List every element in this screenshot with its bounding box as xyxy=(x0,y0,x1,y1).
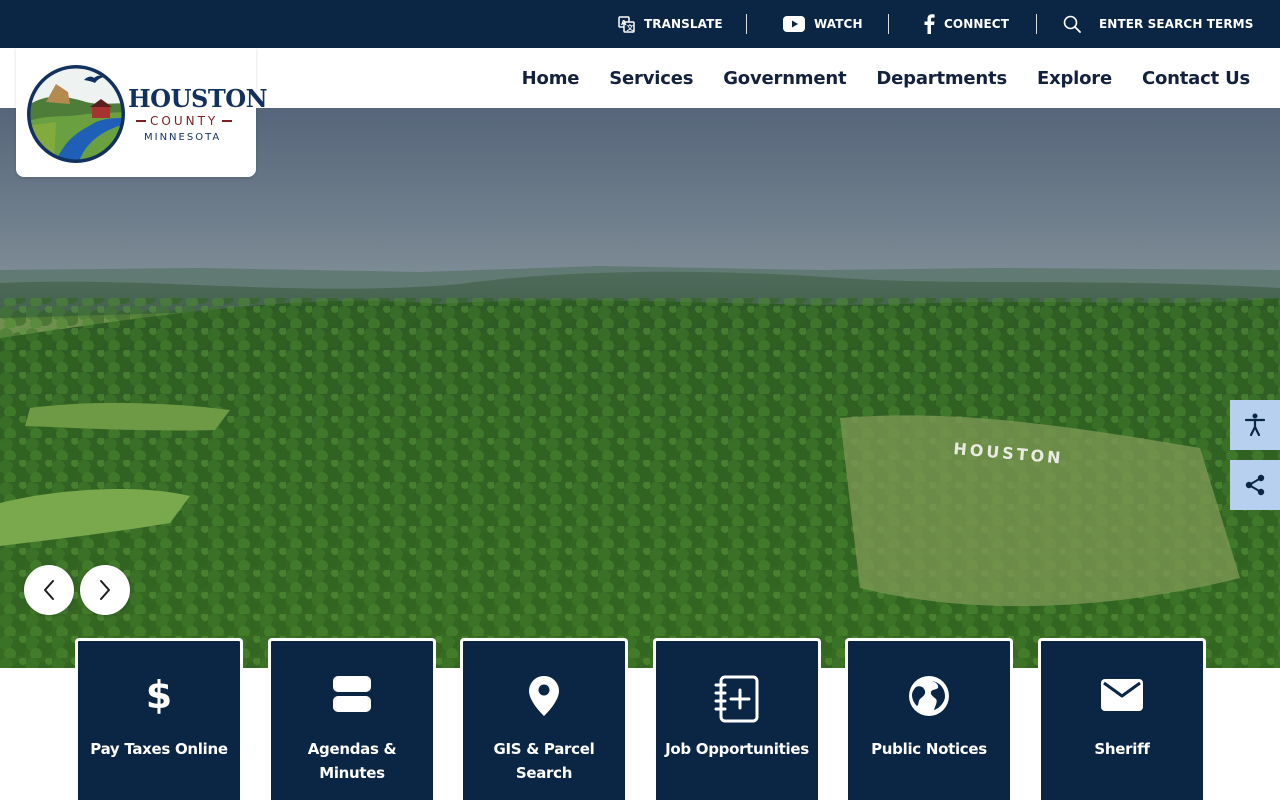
quick-link-gis-parcel[interactable]: GIS & Parcel Search xyxy=(460,638,628,800)
quick-link-label: Agendas & Minutes xyxy=(307,740,397,782)
logo-emblem-icon xyxy=(27,65,125,163)
globe-icon xyxy=(909,676,949,716)
search-icon xyxy=(1063,15,1081,33)
nav-departments[interactable]: Departments xyxy=(876,68,1007,89)
next-slide-button[interactable] xyxy=(80,565,130,615)
hero-slideshow: HOUSTON xyxy=(0,108,1280,668)
quick-link-agendas-minutes[interactable]: Agendas & Minutes xyxy=(268,638,436,800)
facebook-icon xyxy=(924,14,935,34)
svg-text:文: 文 xyxy=(627,23,635,32)
logo-title: HOUSTON xyxy=(128,84,268,113)
hero-landscape-image: HOUSTON xyxy=(0,108,1280,668)
envelope-icon xyxy=(1101,679,1143,711)
quick-link-label: Job Opportunities xyxy=(665,740,809,758)
logo-state: MINNESOTA xyxy=(144,132,222,143)
share-button[interactable] xyxy=(1230,460,1280,510)
dollar-icon: $ xyxy=(146,675,172,715)
nav-explore[interactable]: Explore xyxy=(1037,68,1112,89)
previous-slide-button[interactable] xyxy=(24,565,74,615)
map-pin-icon xyxy=(529,676,559,716)
stacked-rectangles-icon xyxy=(333,676,371,712)
logo-county: COUNTY xyxy=(132,114,236,128)
translate-label: TRANSLATE xyxy=(644,17,723,31)
translate-link[interactable]: A 文 TRANSLATE xyxy=(618,0,723,48)
quick-link-label: Pay Taxes Online xyxy=(90,740,228,758)
search-label: ENTER SEARCH TERMS xyxy=(1099,17,1254,31)
share-icon xyxy=(1245,474,1265,496)
nav-services[interactable]: Services xyxy=(609,68,693,89)
watch-label: WATCH xyxy=(814,17,863,31)
chevron-left-icon xyxy=(44,580,54,600)
nav-home[interactable]: Home xyxy=(522,68,580,89)
translate-icon: A 文 xyxy=(618,15,635,33)
accessibility-button[interactable] xyxy=(1230,400,1280,450)
divider xyxy=(746,14,747,34)
nav-contact-us[interactable]: Contact Us xyxy=(1142,68,1250,89)
connect-link[interactable]: CONNECT xyxy=(923,0,1009,48)
notebook-plus-icon xyxy=(714,675,759,723)
quick-link-job-opportunities[interactable]: Job Opportunities xyxy=(653,638,821,800)
connect-label: CONNECT xyxy=(944,17,1009,31)
divider xyxy=(888,14,889,34)
youtube-icon xyxy=(783,16,805,32)
svg-text:$: $ xyxy=(146,675,172,715)
nav-government[interactable]: Government xyxy=(723,68,846,89)
county-logo[interactable]: HOUSTON COUNTY MINNESOTA xyxy=(16,48,268,177)
quick-link-label: Sheriff xyxy=(1094,740,1150,758)
watch-link[interactable]: WATCH xyxy=(783,0,863,48)
logo-county-text: COUNTY xyxy=(150,114,219,128)
quick-link-pay-taxes[interactable]: $ Pay Taxes Online xyxy=(75,638,243,800)
divider xyxy=(1036,14,1037,34)
quick-link-label: Public Notices xyxy=(871,740,987,758)
chevron-right-icon xyxy=(100,580,110,600)
quick-link-label: GIS & Parcel Search xyxy=(493,740,595,782)
quick-link-sheriff[interactable]: Sheriff xyxy=(1038,638,1206,800)
search-link[interactable]: ENTER SEARCH TERMS xyxy=(1063,0,1253,48)
accessibility-icon xyxy=(1244,413,1266,437)
quick-link-public-notices[interactable]: Public Notices xyxy=(845,638,1013,800)
main-nav: Home Services Government Departments Exp… xyxy=(492,48,1251,108)
